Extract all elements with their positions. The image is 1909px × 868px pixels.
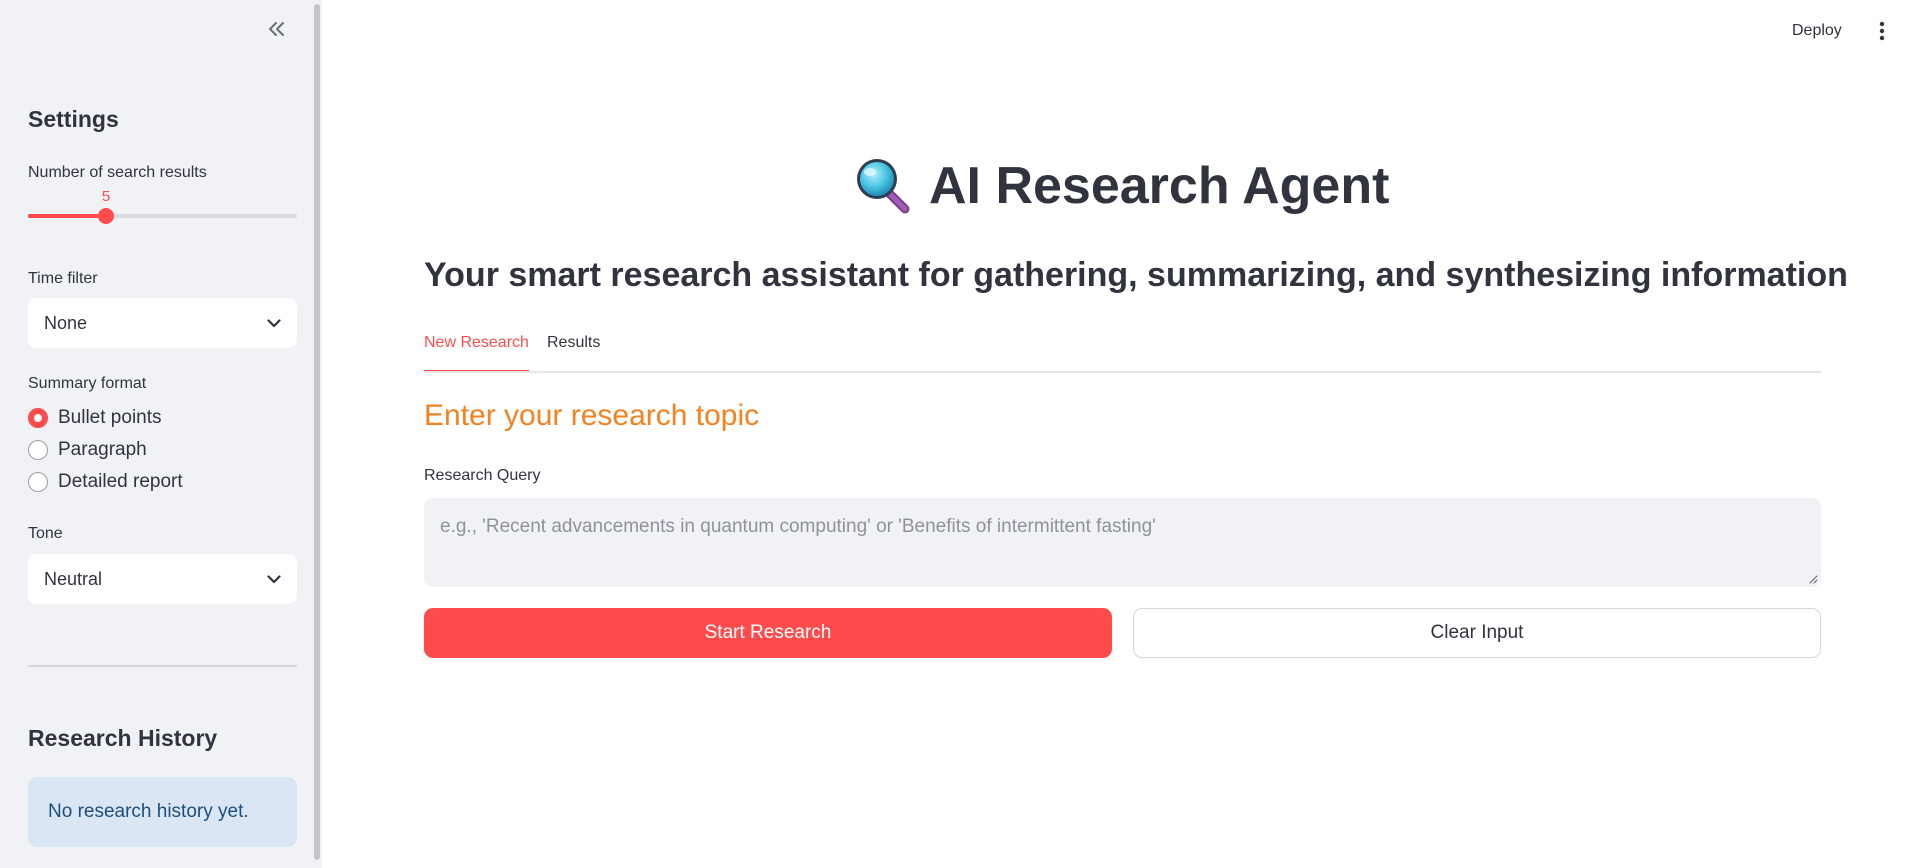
- page-title: AI Research Agent: [929, 157, 1390, 215]
- sidebar-divider: [28, 665, 297, 667]
- settings-title: Settings: [28, 106, 119, 132]
- collapse-sidebar-button[interactable]: [262, 14, 292, 44]
- summary-format-label: Summary format: [28, 375, 147, 392]
- radio-detailed-report[interactable]: Detailed report: [28, 471, 183, 493]
- tab-new-research[interactable]: New Research: [424, 334, 529, 373]
- clear-input-button[interactable]: Clear Input: [1133, 608, 1821, 658]
- radio-label: Bullet points: [58, 407, 162, 428]
- main-menu-button[interactable]: [1870, 16, 1894, 46]
- radio-label: Detailed report: [58, 471, 183, 492]
- start-research-label: Start Research: [704, 622, 832, 643]
- page-subtitle: Your smart research assistant for gather…: [424, 256, 1848, 294]
- radio-label: Paragraph: [58, 439, 147, 460]
- history-empty-message: No research history yet.: [48, 801, 249, 822]
- time-filter-select[interactable]: None: [28, 298, 297, 348]
- radio-paragraph[interactable]: Paragraph: [28, 439, 147, 461]
- start-research-button[interactable]: Start Research: [424, 608, 1112, 658]
- page-title-row: AI Research Agent: [855, 156, 1389, 216]
- radio-button[interactable]: [28, 440, 48, 460]
- tone-value: Neutral: [44, 568, 103, 589]
- slider-fill: [28, 214, 106, 218]
- chevron-down-icon: [267, 318, 281, 327]
- double-chevron-left-icon: [269, 22, 284, 36]
- magnifying-glass-icon: [857, 159, 910, 214]
- tone-label: Tone: [28, 525, 63, 542]
- kebab-menu-icon: [1879, 21, 1885, 41]
- history-empty-info: No research history yet.: [28, 777, 297, 847]
- research-query-input[interactable]: [424, 498, 1821, 587]
- sidebar-scrollbar[interactable]: [314, 4, 320, 860]
- deploy-button[interactable]: Deploy: [1782, 18, 1852, 44]
- radio-bullet-points[interactable]: Bullet points: [28, 407, 162, 429]
- num-results-label: Number of search results: [28, 164, 207, 181]
- tone-select[interactable]: Neutral: [28, 554, 297, 604]
- num-results-slider[interactable]: [28, 208, 297, 224]
- tabs-divider: [424, 371, 1821, 373]
- research-query-label: Research Query: [424, 467, 541, 484]
- tab-results[interactable]: Results: [547, 334, 600, 373]
- radio-button[interactable]: [28, 472, 48, 492]
- section-heading: Enter your research topic: [424, 399, 760, 432]
- resize-handle-icon[interactable]: [1808, 574, 1818, 584]
- clear-input-label: Clear Input: [1430, 622, 1524, 643]
- time-filter-label: Time filter: [28, 270, 98, 287]
- slider-thumb[interactable]: [98, 208, 114, 224]
- research-history-title: Research History: [28, 725, 218, 751]
- time-filter-value: None: [44, 312, 88, 333]
- sidebar: Settings Number of search results 5 Time…: [0, 0, 322, 868]
- num-results-value: 5: [101, 188, 111, 205]
- chevron-down-icon: [267, 574, 281, 583]
- radio-button[interactable]: [28, 408, 48, 428]
